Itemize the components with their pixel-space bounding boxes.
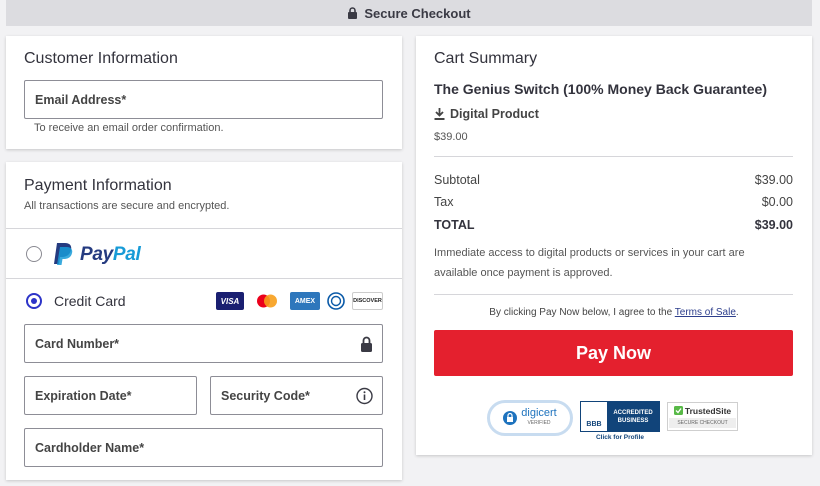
paypal-radio[interactable] <box>26 246 42 262</box>
amex-logo-icon: AMEX <box>290 292 320 310</box>
card-number-field[interactable]: Card Number* <box>24 324 383 363</box>
payment-information-title: Payment Information <box>24 177 172 194</box>
lock-icon <box>348 7 358 19</box>
tax-label: Tax <box>434 195 454 209</box>
trustedsite-sub: SECURE CHECKOUT <box>669 417 736 428</box>
paypal-word-pal: Pal <box>112 244 141 265</box>
paypal-logo-icon <box>54 243 73 265</box>
access-note: Immediate access to digital products or … <box>434 247 745 279</box>
pay-now-button[interactable]: Pay Now <box>434 330 793 376</box>
digicert-name: digicert <box>521 407 557 419</box>
email-hint: To receive an email order confirmation. <box>34 122 224 134</box>
mastercard-logo-icon <box>252 292 282 310</box>
total-value: $39.00 <box>754 218 793 232</box>
bbb-badge[interactable]: BBB ACCREDITED BUSINESS Click for Profil… <box>579 400 661 442</box>
credit-card-label[interactable]: Credit Card <box>54 293 126 309</box>
divider <box>6 228 402 229</box>
tax-value: $0.00 <box>761 195 793 209</box>
paypal-wordmark[interactable]: PayPal <box>80 244 141 266</box>
divider <box>434 294 793 295</box>
trustedsite-badge[interactable]: TrustedSite SECURE CHECKOUT <box>667 402 738 431</box>
product-type: Digital Product <box>434 107 539 121</box>
payment-information-card: Payment Information All transactions are… <box>6 162 402 480</box>
secure-checkout-title: Secure Checkout <box>364 5 471 21</box>
checkmark-icon <box>673 406 683 415</box>
terms-of-sale-link[interactable]: Terms of Sale <box>675 307 736 318</box>
paypal-word-pay: Pay <box>80 244 113 265</box>
download-icon <box>434 108 445 120</box>
cardholder-name-field[interactable]: Cardholder Name* <box>24 428 383 467</box>
digicert-badge[interactable]: digicert VERIFIED <box>487 400 573 436</box>
cardholder-name-label: Cardholder Name* <box>35 440 145 455</box>
agree-suffix: . <box>735 307 739 318</box>
security-code-label: Security Code* <box>221 388 310 403</box>
email-field[interactable]: Email Address* <box>24 80 383 119</box>
cart-summary-title: Cart Summary <box>434 50 538 67</box>
expiration-date-label: Expiration Date* <box>35 388 132 403</box>
agree-prefix: By clicking Pay Now below, I agree to th… <box>489 307 675 318</box>
bbb-line1: ACCREDITED <box>613 409 653 416</box>
card-number-label: Card Number* <box>35 336 120 351</box>
product-type-label: Digital Product <box>450 107 539 121</box>
diners-logo-icon <box>325 292 347 310</box>
visa-logo-icon: VISA <box>216 292 244 310</box>
divider <box>6 278 402 279</box>
credit-card-radio[interactable] <box>26 293 42 309</box>
total-row: TOTAL $39.00 <box>434 218 793 232</box>
cart-summary-card: Cart Summary The Genius Switch (100% Mon… <box>416 36 812 455</box>
email-field-label: Email Address* <box>35 92 127 107</box>
product-price: $39.00 <box>434 131 468 143</box>
product-name: The Genius Switch (100% Money Back Guara… <box>434 81 767 97</box>
trustedsite-name: TrustedSite <box>684 405 732 416</box>
expiration-date-field[interactable]: Expiration Date* <box>24 376 197 415</box>
subtotal-label: Subtotal <box>434 173 480 187</box>
digicert-sub: VERIFIED <box>527 420 551 426</box>
subtotal-row: Subtotal $39.00 <box>434 173 793 187</box>
terms-agreement: By clicking Pay Now below, I agree to th… <box>416 307 812 318</box>
payment-subtitle: All transactions are secure and encrypte… <box>24 200 230 212</box>
divider <box>434 156 793 157</box>
bbb-caption: Click for Profile <box>595 434 645 441</box>
security-code-field[interactable]: Security Code* <box>210 376 383 415</box>
secure-checkout-bar: Secure Checkout <box>6 0 812 26</box>
total-label: TOTAL <box>434 218 475 232</box>
subtotal-value: $39.00 <box>754 173 793 187</box>
padlock-icon <box>503 411 518 425</box>
bbb-mark: BBB <box>581 402 607 431</box>
discover-logo-icon: DISCOVER <box>352 292 383 310</box>
customer-information-card: Customer Information Email Address* To r… <box>6 36 402 149</box>
bbb-line2: BUSINESS <box>617 417 649 424</box>
tax-row: Tax $0.00 <box>434 195 793 209</box>
lock-icon <box>360 336 373 352</box>
info-icon[interactable] <box>356 387 373 404</box>
customer-information-title: Customer Information <box>24 50 178 67</box>
